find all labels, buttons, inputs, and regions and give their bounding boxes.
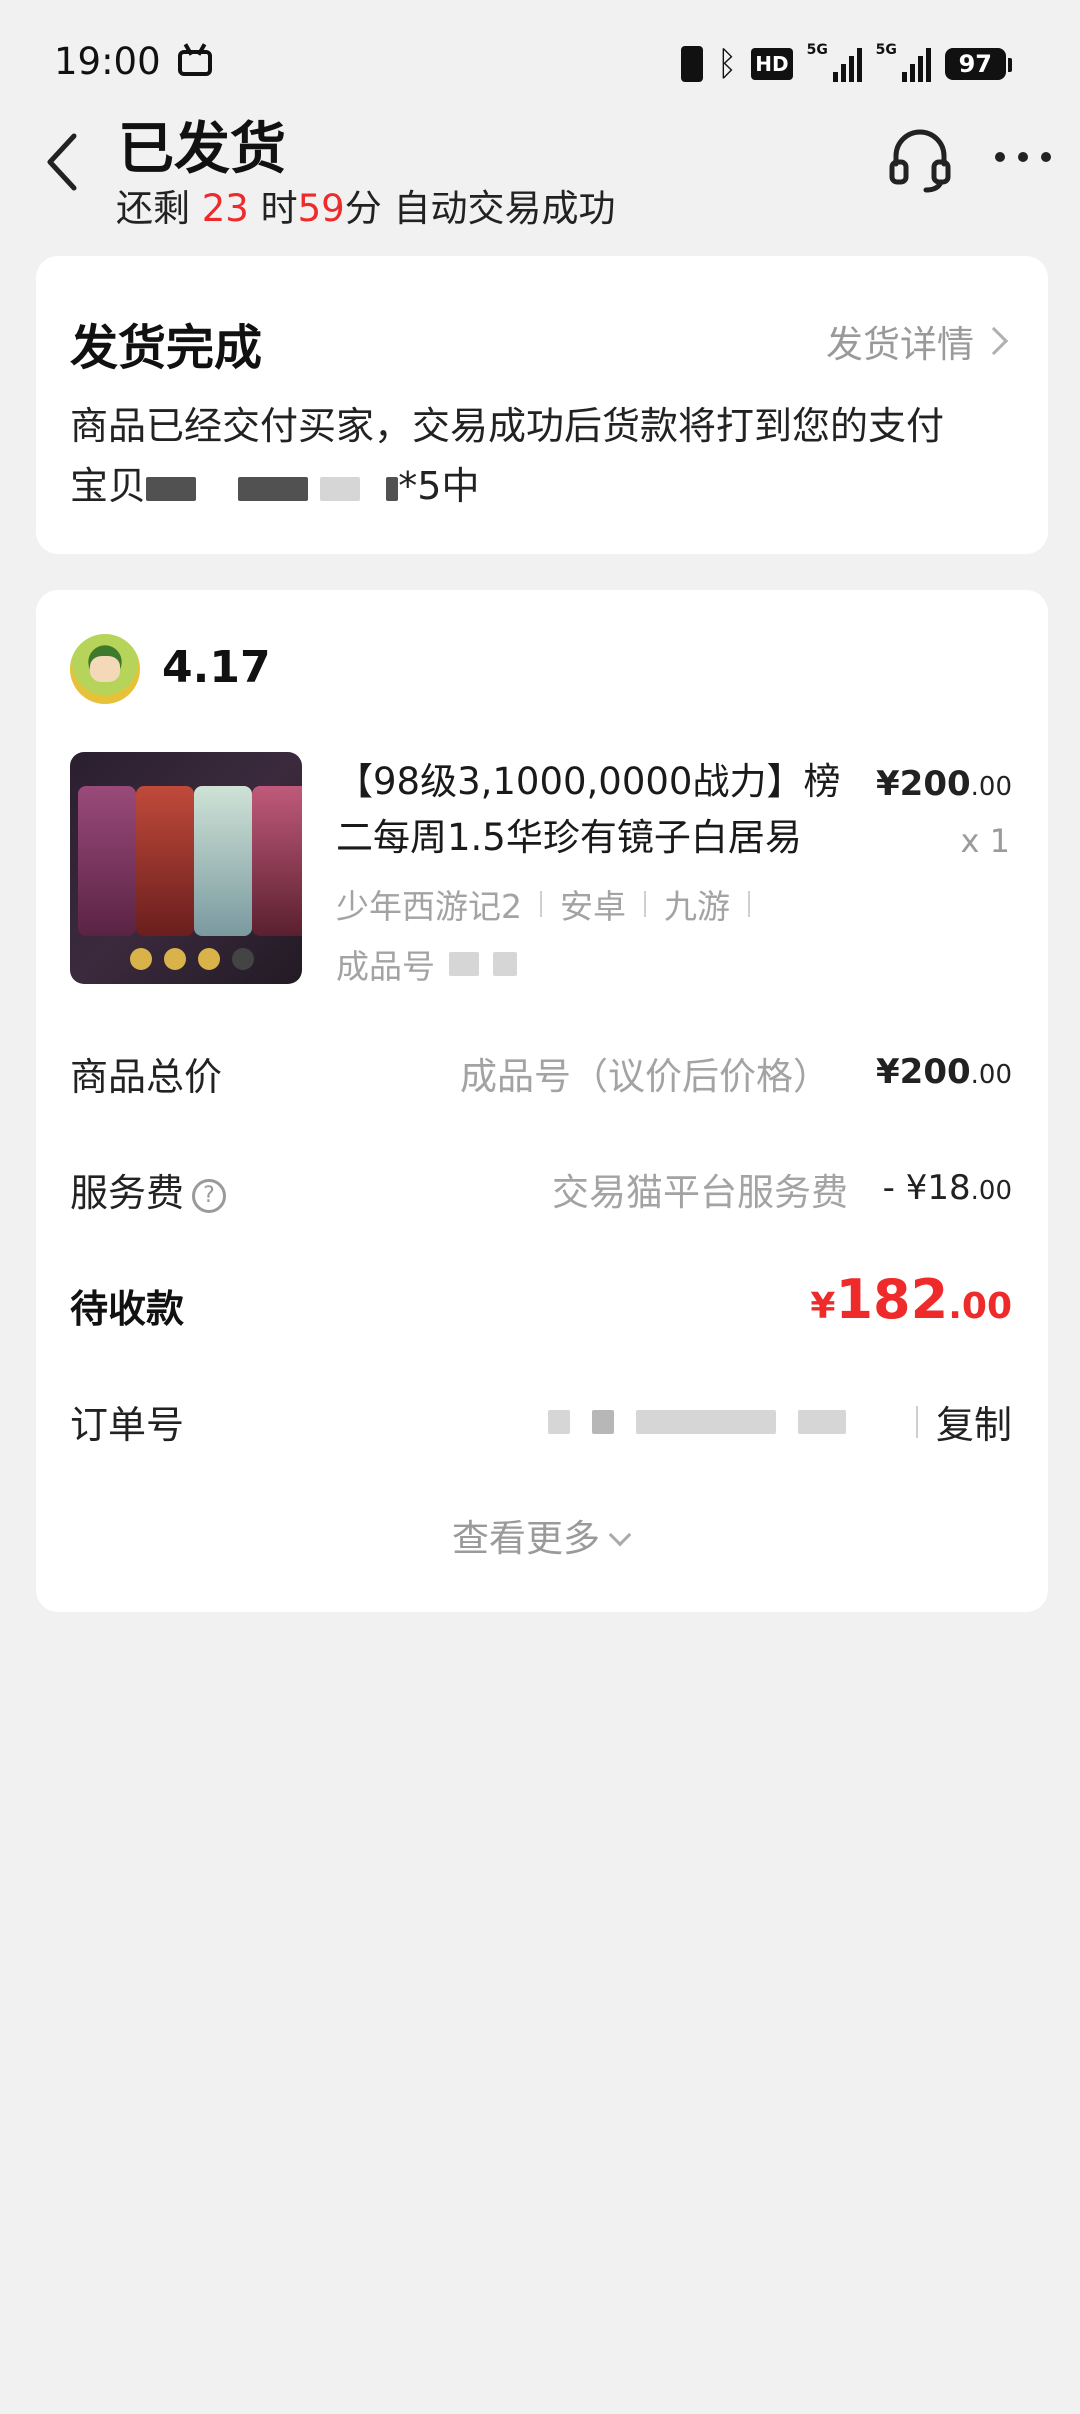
- service-fee-amount: - ¥18.00: [883, 1168, 1012, 1208]
- countdown-hours: 23: [201, 187, 249, 230]
- more-button[interactable]: [990, 124, 1056, 190]
- item-price: ¥200.00: [876, 764, 1012, 804]
- redacted-block: [493, 952, 517, 976]
- receivable-label: 待收款: [70, 1287, 185, 1331]
- customer-service-button[interactable]: [884, 122, 956, 194]
- countdown-minutes: 59: [297, 187, 345, 230]
- item-quantity: x 1: [960, 822, 1010, 860]
- tag-divider: [644, 891, 646, 917]
- view-more-label: 查看更多: [452, 1517, 600, 1560]
- delivery-description: 商品已经交付买家，交易成功后货款将打到您的支付 宝贝 *5中: [70, 396, 1010, 516]
- back-arrow-icon: [47, 133, 77, 191]
- status-icons: ᛒ HD 5G 5G 97: [680, 42, 1013, 86]
- chevron-down-icon: [608, 1523, 632, 1547]
- delivery-desc-end: *5中: [398, 464, 480, 508]
- copy-label: 复制: [935, 1403, 1012, 1447]
- more-icon: [995, 152, 1051, 162]
- bluetooth-icon: ᛒ: [716, 44, 738, 84]
- item-title[interactable]: 【98级3,1000,0000战力】榜二每周1.5华珍有镜子白居易: [336, 754, 856, 866]
- countdown-prefix: 还剩: [116, 187, 202, 230]
- help-icon[interactable]: ?: [192, 1179, 227, 1213]
- countdown-hours-unit: 时: [248, 187, 298, 230]
- headset-icon: [889, 129, 951, 193]
- service-fee-int: - ¥18: [882, 1168, 971, 1208]
- total-price-amount: ¥200.00: [876, 1052, 1012, 1092]
- order-number-value: [548, 1410, 846, 1434]
- signal-label-2: 5G: [875, 42, 897, 58]
- redacted-block: [548, 1410, 570, 1434]
- delivery-detail-label: 发货详情: [826, 323, 974, 366]
- delivery-desc-start: 宝贝: [70, 464, 147, 508]
- service-fee-note: 交易猫平台服务费: [552, 1171, 848, 1214]
- battery-icon: 97: [944, 48, 1013, 80]
- tag-divider: [540, 891, 542, 917]
- status-time: 19:00: [54, 40, 161, 83]
- receivable-amount: ¥182.00: [810, 1268, 1012, 1331]
- tv-icon: [178, 50, 212, 76]
- hd-badge: HD: [751, 48, 793, 80]
- seller-avatar[interactable]: [70, 634, 140, 704]
- total-price-int: ¥200: [876, 1052, 971, 1092]
- tag-divider: [748, 891, 750, 917]
- item-tags: 少年西游记2 安卓 九游: [336, 880, 750, 928]
- signal-icon-1: 5G: [807, 42, 862, 82]
- order-number-label: 订单号: [70, 1403, 185, 1447]
- redacted-block: [636, 1410, 776, 1434]
- item-price-dec: .00: [970, 772, 1012, 802]
- total-price-dec: .00: [970, 1060, 1012, 1090]
- copy-divider: [915, 1405, 918, 1438]
- receivable-int: 182: [835, 1268, 949, 1331]
- item-code-label: 成品号: [336, 947, 435, 986]
- item-tag: 少年西游记2: [336, 887, 522, 926]
- item-tag: 安卓: [560, 887, 626, 926]
- total-price-label: 商品总价: [70, 1055, 223, 1099]
- redacted-block: [592, 1410, 614, 1434]
- back-button[interactable]: [36, 128, 96, 196]
- chevron-right-icon: [979, 326, 1009, 356]
- delivery-desc-line2: 宝贝 *5中: [70, 456, 1010, 516]
- delivery-title: 发货完成: [70, 320, 263, 376]
- service-fee-dec: .00: [970, 1176, 1012, 1206]
- service-fee-label-row: 服务费?: [70, 1162, 227, 1217]
- copy-order-button[interactable]: 复制: [915, 1394, 1012, 1449]
- item-price-int: ¥200: [876, 764, 971, 804]
- redacted-block: [798, 1410, 846, 1434]
- redacted-block: [238, 476, 309, 501]
- delivery-detail-link[interactable]: 发货详情: [826, 314, 1009, 368]
- signal-label-1: 5G: [806, 42, 828, 58]
- receivable-currency: ¥: [810, 1286, 836, 1327]
- auto-complete-countdown: 还剩 23 时59分 自动交易成功: [116, 178, 615, 232]
- redacted-block: [146, 476, 197, 501]
- countdown-minutes-unit: 分: [344, 187, 382, 230]
- receivable-dec: .00: [948, 1286, 1012, 1327]
- redacted-block: [386, 476, 399, 501]
- delivery-desc-line1: 商品已经交付买家，交易成功后货款将打到您的支付: [70, 404, 945, 448]
- total-price-note: 成品号（议价后价格）: [460, 1055, 830, 1098]
- page-title: 已发货: [118, 117, 286, 182]
- redacted-block: [449, 952, 479, 976]
- vibrate-icon: [680, 46, 703, 82]
- order-card: [36, 590, 1048, 1612]
- service-fee-label: 服务费: [70, 1171, 185, 1215]
- item-code: 成品号: [336, 940, 517, 988]
- signal-icon-2: 5G: [876, 42, 931, 82]
- status-bar: 19:00 ᛒ HD 5G 5G 97: [0, 0, 1080, 120]
- seller-rating: 4.17: [162, 642, 271, 693]
- redacted-block: [320, 476, 361, 501]
- item-thumbnail[interactable]: [70, 752, 302, 984]
- countdown-suffix: 自动交易成功: [381, 187, 616, 230]
- item-tag: 九游: [664, 887, 730, 926]
- view-more-button[interactable]: 查看更多: [0, 1508, 1080, 1562]
